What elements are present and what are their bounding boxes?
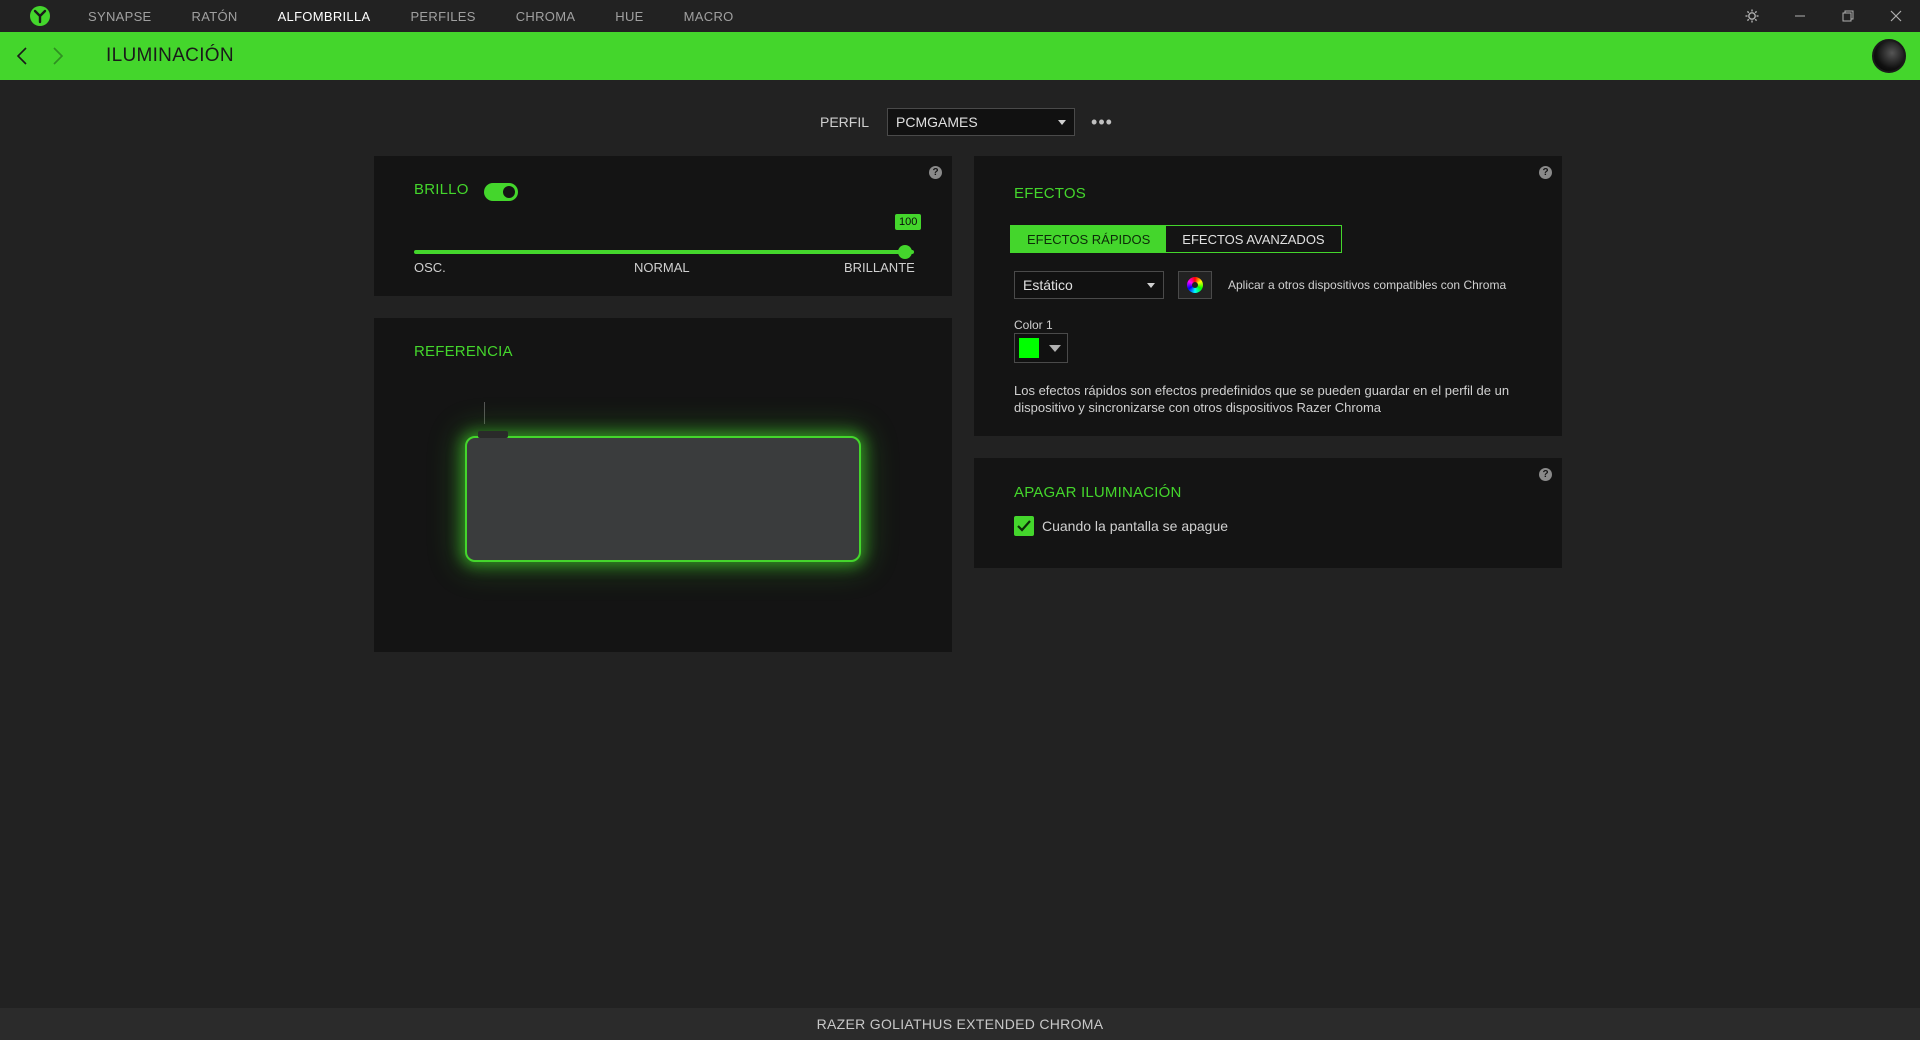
page-title: ILUMINACIÓN (106, 45, 234, 66)
reference-title: REFERENCIA (414, 343, 513, 360)
brightness-toggle[interactable] (484, 183, 518, 201)
brightness-title: BRILLO (414, 181, 469, 198)
tab-quick-effects[interactable]: EFECTOS RÁPIDOS (1011, 226, 1167, 252)
settings-gear-icon[interactable] (1728, 0, 1776, 32)
mat-cable (484, 402, 485, 424)
help-icon[interactable]: ? (929, 166, 942, 179)
effects-panel: EFECTOS ? EFECTOS RÁPIDOS EFECTOS AVANZA… (974, 156, 1562, 436)
screen-off-label: Cuando la pantalla se apague (1042, 518, 1229, 534)
color-swatch (1019, 338, 1039, 358)
user-avatar[interactable] (1872, 39, 1906, 73)
effect-dropdown[interactable]: Estático (1014, 271, 1164, 299)
profile-selector-row: PERFIL PCMGAMES ••• (820, 108, 1113, 136)
section-header: ILUMINACIÓN (0, 32, 1920, 80)
lights-off-panel: APAGAR ILUMINACIÓN ? Cuando la pantalla … (974, 458, 1562, 568)
minimize-icon[interactable] (1776, 0, 1824, 32)
effect-dropdown-value: Estático (1023, 277, 1073, 293)
nav-tab-chroma[interactable]: CHROMA (516, 9, 576, 24)
nav-tab-perfiles[interactable]: PERFILES (410, 9, 475, 24)
razer-logo-icon[interactable] (28, 4, 52, 28)
color-picker[interactable] (1014, 333, 1068, 363)
device-name: RAZER GOLIATHUS EXTENDED CHROMA (816, 1016, 1104, 1032)
restore-icon[interactable] (1824, 0, 1872, 32)
help-icon[interactable]: ? (1539, 468, 1552, 481)
nav-tab-hue[interactable]: HUE (615, 9, 643, 24)
brightness-slider-track[interactable] (414, 250, 914, 254)
slider-label-high: BRILLANTE (844, 260, 915, 275)
back-arrow-icon[interactable] (4, 32, 40, 80)
color-label: Color 1 (1014, 318, 1053, 332)
mousepad-preview (465, 436, 861, 562)
slider-label-low: OSC. (414, 260, 446, 275)
help-icon[interactable]: ? (1539, 166, 1552, 179)
mat-connector (478, 431, 508, 438)
profile-label: PERFIL (820, 114, 870, 130)
tab-advanced-effects[interactable]: EFECTOS AVANZADOS (1166, 226, 1340, 252)
lights-off-title: APAGAR ILUMINACIÓN (1014, 484, 1182, 501)
chevron-down-icon (1049, 344, 1061, 352)
brightness-panel: BRILLO ? 100 OSC. NORMAL BRILLANTE (374, 156, 952, 296)
more-options-icon[interactable]: ••• (1091, 113, 1113, 131)
window-controls (1728, 0, 1920, 32)
chroma-wheel-icon (1187, 277, 1203, 293)
chevron-down-icon (1147, 282, 1155, 288)
brightness-slider-thumb[interactable] (898, 245, 912, 259)
effects-description: Los efectos rápidos son efectos predefin… (1014, 383, 1510, 415)
device-footer: RAZER GOLIATHUS EXTENDED CHROMA (0, 1008, 1920, 1040)
chroma-apply-text: Aplicar a otros dispositivos compatibles… (1228, 278, 1507, 292)
nav-tab-alfombrilla[interactable]: ALFOMBRILLA (278, 9, 371, 24)
effects-title: EFECTOS (1014, 185, 1086, 202)
close-icon[interactable] (1872, 0, 1920, 32)
forward-arrow-icon[interactable] (40, 32, 76, 80)
effects-tabs: EFECTOS RÁPIDOS EFECTOS AVANZADOS (1010, 225, 1342, 253)
profile-dropdown[interactable]: PCMGAMES (887, 108, 1076, 136)
reference-panel: REFERENCIA (374, 318, 952, 652)
nav-tab-macro[interactable]: MACRO (684, 9, 734, 24)
chroma-apply-button[interactable] (1178, 271, 1212, 299)
screen-off-checkbox[interactable] (1014, 516, 1034, 536)
slider-label-mid: NORMAL (634, 260, 690, 275)
top-nav-bar: SYNAPSE RATÓN ALFOMBRILLA PERFILES CHROM… (0, 0, 1920, 32)
profile-dropdown-value: PCMGAMES (896, 114, 978, 130)
nav-tab-synapse[interactable]: SYNAPSE (88, 9, 152, 24)
brightness-value-badge: 100 (895, 214, 922, 230)
checkmark-icon (1017, 520, 1031, 532)
nav-tab-raton[interactable]: RATÓN (192, 9, 238, 24)
chevron-down-icon (1058, 119, 1067, 125)
